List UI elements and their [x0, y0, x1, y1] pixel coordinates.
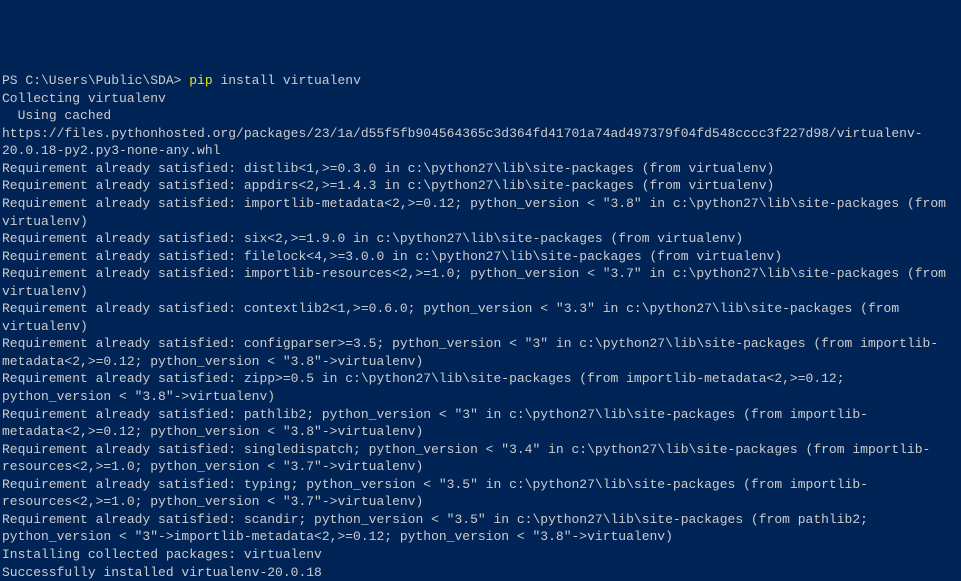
output-line: Requirement already satisfied: zipp>=0.5… [2, 371, 852, 404]
output-line: Requirement already satisfied: importlib… [2, 196, 954, 229]
output-line: Requirement already satisfied: distlib<1… [2, 161, 774, 176]
output-line: Requirement already satisfied: singledis… [2, 442, 930, 475]
output-line: Requirement already satisfied: importlib… [2, 266, 954, 299]
command-name: pip [189, 73, 212, 88]
output-line: Collecting virtualenv [2, 91, 166, 106]
prompt-prefix: PS C:\Users\Public\SDA> [2, 73, 189, 88]
output-line: Requirement already satisfied: contextli… [2, 301, 907, 334]
output-line: Requirement already satisfied: appdirs<2… [2, 178, 774, 193]
output-line: Requirement already satisfied: filelock<… [2, 249, 782, 264]
output-line: Installing collected packages: virtualen… [2, 547, 322, 562]
output-line: Requirement already satisfied: pathlib2;… [2, 407, 868, 440]
output-line: Requirement already satisfied: typing; p… [2, 477, 868, 510]
output-line: Requirement already satisfied: scandir; … [2, 512, 876, 545]
output-line: Using cached https://files.pythonhosted.… [2, 108, 923, 158]
output-line: Requirement already satisfied: six<2,>=1… [2, 231, 743, 246]
output-line: Successfully installed virtualenv-20.0.1… [2, 565, 322, 580]
command-args: install virtualenv [213, 73, 361, 88]
output-line: Requirement already satisfied: configpar… [2, 336, 938, 369]
